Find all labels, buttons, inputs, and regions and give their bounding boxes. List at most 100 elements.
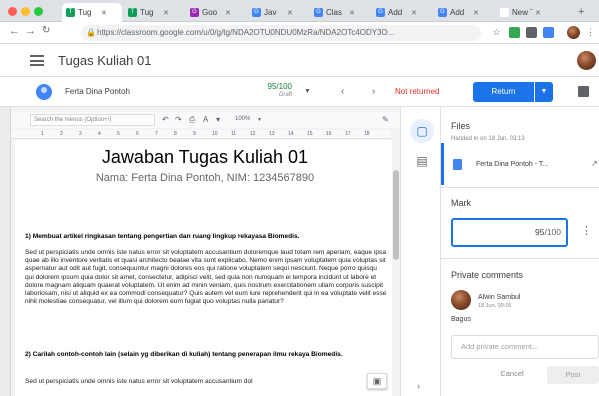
explore-icon[interactable]: ▣ (367, 373, 387, 389)
window-minimize-dot[interactable] (21, 7, 30, 16)
open-in-new-icon[interactable]: ↗ (591, 159, 598, 168)
student-dropdown-icon[interactable]: ▼ (304, 88, 311, 95)
zoom-dropdown-icon[interactable]: ▼ (257, 117, 262, 123)
ruler: 1 2 3 4 5 6 7 8 9 10 11 12 13 14 15 16 17 18 (11, 130, 391, 139)
address-bar: ← → ↻ 🔒 https://classroom.google.com/u/0… (0, 22, 599, 44)
divider (441, 187, 599, 188)
browser-tab[interactable]: G Add ✕ (434, 3, 494, 22)
ruler-mark: 14 (288, 131, 294, 137)
blank-icon (500, 8, 509, 18)
hamburger-menu-icon[interactable] (30, 55, 44, 66)
comment-icon[interactable] (578, 86, 589, 97)
close-tab-icon[interactable]: ✕ (411, 10, 417, 17)
back-icon[interactable]: ← (9, 25, 20, 37)
url-text: https://classroom.google.com/u/0/g/tg/ND… (97, 28, 395, 37)
ruler-mark: 12 (250, 131, 256, 137)
comment-date: 18 Jun, 00:16 (478, 303, 512, 309)
private-comment-input[interactable]: Add private comment... (451, 335, 599, 359)
comments-tab-icon[interactable]: ▤ (410, 149, 434, 173)
post-button[interactable]: Post (547, 366, 599, 384)
mark-input[interactable]: 95/100 (451, 218, 568, 247)
url-input[interactable]: 🔒 https://classroom.google.com/u/0/g/tg/… (81, 25, 481, 41)
account-avatar[interactable] (577, 51, 596, 70)
document-scrollbar[interactable] (392, 140, 400, 396)
comment-text: Bagus (451, 316, 471, 323)
ruler-mark: 3 (79, 131, 82, 137)
browser-tab[interactable]: T Tug ✕ (62, 3, 122, 22)
next-student-icon[interactable]: › (372, 86, 375, 97)
return-button[interactable]: Return (473, 82, 534, 102)
attached-file[interactable]: Ferta Dina Pontoh - T... ↗ (441, 143, 599, 185)
tab-label: Goo (202, 8, 218, 17)
extension-icon[interactable] (526, 27, 537, 38)
zoom-select[interactable]: 100% (235, 116, 250, 122)
mark-heading: Mark (451, 198, 471, 208)
reload-icon[interactable]: ↻ (42, 25, 50, 36)
menu-kebab-icon[interactable]: ⋮ (585, 27, 596, 38)
tab-label: New Tab (512, 8, 532, 17)
classroom-grading-window: T Tug ✕ T Tug ✕ G Goo ✕ G Jav ✕ G Clas ✕ G Add ✕ G Add ✕ New … (0, 0, 599, 396)
spellcheck-icon[interactable]: A (203, 115, 208, 124)
expand-panel-icon[interactable]: › (417, 381, 420, 391)
commenter-avatar (451, 290, 471, 310)
ruler-mark: 9 (193, 131, 196, 137)
tab-label: Tug (140, 8, 154, 17)
google-icon: G (438, 8, 447, 18)
answer-1: Sed ut perspiciatis unde omnis iste natu… (25, 249, 387, 306)
close-tab-icon[interactable]: ✕ (163, 10, 169, 17)
window-close-dot[interactable] (8, 7, 17, 16)
forward-icon[interactable]: → (25, 25, 36, 37)
close-tab-icon[interactable]: ✕ (287, 10, 293, 17)
student-avatar-icon (36, 84, 52, 100)
redo-icon[interactable]: ↷ (175, 115, 182, 124)
close-tab-icon[interactable]: ✕ (225, 10, 231, 17)
close-tab-icon[interactable]: ✕ (535, 10, 541, 17)
google-icon: G (376, 8, 385, 18)
paint-format-icon[interactable]: ▾ (216, 115, 220, 124)
undo-icon[interactable]: ↶ (162, 115, 169, 124)
extension-icon[interactable] (543, 27, 554, 38)
browser-tab[interactable]: G Goo ✕ (186, 3, 246, 22)
ruler-mark: 11 (231, 131, 237, 137)
print-icon[interactable]: ⎙ (189, 115, 195, 125)
google-docs-icon (453, 159, 462, 170)
document-page: Jawaban Tugas Kuliah 01 Nama: Ferta Dina… (15, 140, 395, 396)
scrollbar-thumb[interactable] (393, 170, 399, 260)
attached-file-name: Ferta Dina Pontoh - T... (476, 161, 549, 168)
ruler-mark: 1 (41, 131, 44, 137)
google-icon: G (252, 8, 261, 18)
student-bar: Ferta Dina Pontoh 95/100 Draft ▼ ‹ › Not… (0, 77, 599, 107)
browser-tab[interactable]: T Tug ✕ (124, 3, 184, 22)
previous-student-icon[interactable]: ‹ (341, 86, 344, 97)
document-subtitle: Nama: Ferta Dina Pontoh, NIM: 1234567890 (95, 172, 315, 184)
cancel-button[interactable]: Cancel (499, 369, 525, 378)
search-menus-input[interactable]: Search the menus (Option+/) (30, 114, 155, 126)
ruler-mark: 13 (269, 131, 275, 137)
browser-tab[interactable]: G Add ✕ (372, 3, 432, 22)
grade-status: Draft (278, 92, 292, 98)
ruler-mark: 8 (174, 131, 177, 137)
ruler-mark: 6 (136, 131, 139, 137)
close-tab-icon[interactable]: ✕ (101, 10, 107, 17)
side-rail: ▢ ▤ (400, 107, 440, 396)
browser-tab[interactable]: New Tab✕ (496, 3, 562, 22)
bookmark-star-icon[interactable]: ☆ (491, 27, 502, 38)
return-options-dropdown[interactable]: ▼ (535, 82, 553, 102)
close-tab-icon[interactable]: ✕ (473, 10, 479, 17)
profile-avatar[interactable] (567, 26, 580, 39)
files-tab-icon[interactable]: ▢ (410, 119, 434, 143)
browser-tab[interactable]: G Clas ✕ (310, 3, 370, 22)
commenter-name: Alwin Sambul (478, 294, 521, 301)
ruler-mark: 10 (212, 131, 218, 137)
ruler-mark: 5 (117, 131, 120, 137)
browser-tab[interactable]: G Jav ✕ (248, 3, 308, 22)
window-zoom-dot[interactable] (34, 7, 43, 16)
close-tab-icon[interactable]: ✕ (349, 10, 355, 17)
mark-options-icon[interactable]: ⋮ (581, 224, 592, 237)
student-name[interactable]: Ferta Dina Pontoh (65, 87, 130, 96)
new-tab-button[interactable]: + (574, 3, 588, 22)
document-left-edge (0, 107, 11, 396)
editing-mode-icon[interactable]: ✎ (382, 115, 389, 124)
grade-summary: 95/100 Draft (246, 82, 292, 98)
extension-icon[interactable] (509, 27, 520, 38)
